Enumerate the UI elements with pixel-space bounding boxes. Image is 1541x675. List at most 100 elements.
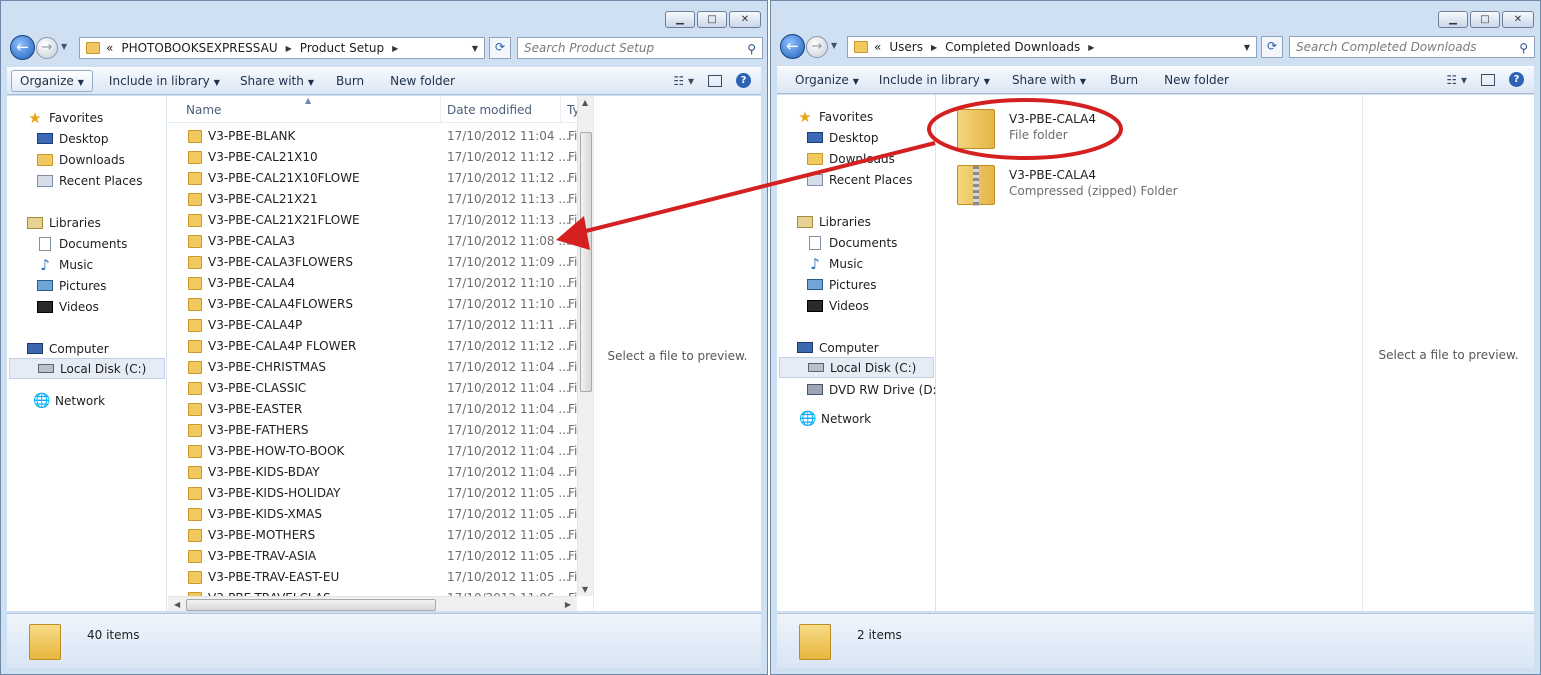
nav-videos[interactable]: Videos <box>807 295 869 316</box>
file-row[interactable]: V3-PBE-CAL21X21FLOWE 17/10/2012 11:13 ...… <box>168 210 577 231</box>
file-row[interactable]: V3-PBE-CALA4 17/10/2012 11:10 ... Fi <box>168 273 577 294</box>
maximize-button[interactable]: □ <box>1470 11 1500 28</box>
minimize-button[interactable]: ▁ <box>665 11 695 28</box>
column-divider[interactable] <box>560 96 561 122</box>
file-row[interactable]: V3-PBE-KIDS-BDAY 17/10/2012 11:04 ... Fi <box>168 462 577 483</box>
burn-button[interactable]: Burn <box>1110 73 1138 87</box>
maximize-button[interactable]: □ <box>697 11 727 28</box>
file-row[interactable]: V3-PBE-CALA4FLOWERS 17/10/2012 11:10 ... F… <box>168 294 577 315</box>
new-folder-button[interactable]: New folder <box>1164 73 1229 87</box>
change-view-icon[interactable]: ☷ ▾ <box>673 74 694 88</box>
breadcrumb-item[interactable]: Product Setup <box>300 41 384 55</box>
breadcrumb-overflow[interactable]: « <box>106 41 113 55</box>
file-tile-zip[interactable]: V3-PBE-CALA4 Compressed (zipped) Folder <box>957 163 1317 209</box>
breadcrumb-item[interactable]: Users <box>889 40 923 54</box>
nav-network[interactable]: 🌐 Network <box>33 390 105 411</box>
back-arrow-icon[interactable]: ← <box>10 35 35 60</box>
nav-favorites[interactable]: ★ Favorites <box>797 106 873 127</box>
help-icon[interactable]: ? <box>1509 72 1524 87</box>
column-date-modified[interactable]: Date modified <box>447 103 532 117</box>
file-row[interactable]: V3-PBE-CAL21X21 17/10/2012 11:13 ... Fi <box>168 189 577 210</box>
nav-recent-places[interactable]: Recent Places <box>37 170 142 191</box>
nav-pictures[interactable]: Pictures <box>37 275 107 296</box>
nav-recent-places[interactable]: Recent Places <box>807 169 912 190</box>
nav-local-disk[interactable]: Local Disk (C:) <box>9 358 165 379</box>
nav-documents[interactable]: Documents <box>37 233 127 254</box>
nav-favorites[interactable]: ★ Favorites <box>27 107 103 128</box>
close-button[interactable]: ✕ <box>729 11 761 28</box>
scroll-up-icon[interactable]: ▲ <box>582 98 588 107</box>
search-icon[interactable]: ⚲ <box>747 39 756 59</box>
breadcrumb-item[interactable]: PHOTOBOOKSEXPRESSAU <box>121 41 277 55</box>
share-with-button[interactable]: Share with ▼ <box>1012 73 1086 87</box>
vertical-scrollbar[interactable]: ▲ ▼ <box>577 96 594 596</box>
file-row[interactable]: V3-PBE-HOW-TO-BOOK 17/10/2012 11:04 ... Fi <box>168 441 577 462</box>
breadcrumb-arrow-icon[interactable]: ▶ <box>286 44 292 53</box>
nav-dvd-drive[interactable]: DVD RW Drive (D:) C <box>807 379 953 400</box>
preview-pane-icon[interactable] <box>1481 73 1495 86</box>
nav-computer[interactable]: Computer <box>27 338 109 359</box>
search-input[interactable]: Search Completed Downloads ⚲ <box>1289 36 1535 58</box>
forward-arrow-icon[interactable]: → <box>806 36 828 58</box>
scroll-left-icon[interactable]: ◀ <box>174 600 180 609</box>
nav-pictures[interactable]: Pictures <box>807 274 877 295</box>
nav-libraries[interactable]: Libraries <box>27 212 101 233</box>
address-bar[interactable]: « PHOTOBOOKSEXPRESSAU ▶ Product Setup ▶ … <box>79 37 485 59</box>
organize-button[interactable]: Organize ▼ <box>795 73 859 87</box>
file-tile-folder[interactable]: V3-PBE-CALA4 File folder <box>957 107 1317 153</box>
column-divider[interactable] <box>440 96 441 122</box>
file-row[interactable]: V3-PBE-CAL21X10FLOWE 17/10/2012 11:12 ...… <box>168 168 577 189</box>
nav-music[interactable]: ♪ Music <box>807 253 863 274</box>
nav-desktop[interactable]: Desktop <box>807 127 879 148</box>
scroll-right-icon[interactable]: ▶ <box>565 600 571 609</box>
nav-documents[interactable]: Documents <box>807 232 897 253</box>
scroll-down-icon[interactable]: ▼ <box>582 585 588 594</box>
file-row[interactable]: V3-PBE-CAL21X10 17/10/2012 11:12 ... Fi <box>168 147 577 168</box>
file-row[interactable]: V3-PBE-CALA3FLOWERS 17/10/2012 11:09 ... F… <box>168 252 577 273</box>
organize-button[interactable]: Organize ▼ <box>11 70 93 92</box>
new-folder-button[interactable]: New folder <box>390 74 455 88</box>
file-row[interactable]: V3-PBE-TRAV-ASIA 17/10/2012 11:05 ... Fi <box>168 546 577 567</box>
nav-computer[interactable]: Computer <box>797 337 879 358</box>
file-row[interactable]: V3-PBE-MOTHERS 17/10/2012 11:05 ... Fi <box>168 525 577 546</box>
change-view-icon[interactable]: ☷ ▾ <box>1446 73 1467 87</box>
include-in-library-button[interactable]: Include in library ▼ <box>879 73 990 87</box>
forward-arrow-icon[interactable]: → <box>36 37 58 59</box>
search-icon[interactable]: ⚲ <box>1519 38 1528 58</box>
recent-pages-dropdown-icon[interactable]: ▼ <box>61 42 67 51</box>
breadcrumb-overflow[interactable]: « <box>874 40 881 54</box>
breadcrumb-arrow-icon[interactable]: ▶ <box>931 43 937 52</box>
preview-pane-icon[interactable] <box>708 74 722 87</box>
include-in-library-button[interactable]: Include in library ▼ <box>109 74 220 88</box>
breadcrumb-arrow-icon[interactable]: ▶ <box>1088 43 1094 52</box>
file-row[interactable]: V3-PBE-CALA4P 17/10/2012 11:11 ... Fi <box>168 315 577 336</box>
file-row[interactable]: V3-PBE-CLASSIC 17/10/2012 11:04 ... Fi <box>168 378 577 399</box>
nav-network[interactable]: 🌐 Network <box>799 408 871 429</box>
nav-downloads[interactable]: Downloads <box>807 148 895 169</box>
refresh-icon[interactable]: ⟳ <box>1261 36 1283 58</box>
breadcrumb-item[interactable]: Completed Downloads <box>945 40 1080 54</box>
burn-button[interactable]: Burn <box>336 74 364 88</box>
nav-videos[interactable]: Videos <box>37 296 99 317</box>
address-bar[interactable]: « Users ▶ Completed Downloads ▶ ▼ <box>847 36 1257 58</box>
address-dropdown-icon[interactable]: ▼ <box>1244 43 1250 52</box>
recent-pages-dropdown-icon[interactable]: ▼ <box>831 41 837 50</box>
search-input[interactable]: Search Product Setup ⚲ <box>517 37 763 59</box>
refresh-icon[interactable]: ⟳ <box>489 37 511 59</box>
horizontal-scroll-thumb[interactable] <box>186 599 436 611</box>
file-row[interactable]: V3-PBE-TRAV-EAST-EU 17/10/2012 11:05 ... F… <box>168 567 577 588</box>
nav-downloads[interactable]: Downloads <box>37 149 125 170</box>
close-button[interactable]: ✕ <box>1502 11 1534 28</box>
file-row[interactable]: V3-PBE-EASTER 17/10/2012 11:04 ... Fi <box>168 399 577 420</box>
address-dropdown-icon[interactable]: ▼ <box>472 44 478 53</box>
nav-local-disk[interactable]: Local Disk (C:) <box>779 357 934 378</box>
nav-libraries[interactable]: Libraries <box>797 211 871 232</box>
share-with-button[interactable]: Share with ▼ <box>240 74 314 88</box>
file-row[interactable]: V3-PBE-KIDS-XMAS 17/10/2012 11:05 ... Fi <box>168 504 577 525</box>
back-arrow-icon[interactable]: ← <box>780 34 805 59</box>
breadcrumb-arrow-icon[interactable]: ▶ <box>392 44 398 53</box>
file-row[interactable]: V3-PBE-BLANK 17/10/2012 11:04 ... Fi <box>168 126 577 147</box>
column-name[interactable]: Name <box>186 103 221 117</box>
nav-music[interactable]: ♪ Music <box>37 254 93 275</box>
file-row[interactable]: V3-PBE-CALA4P FLOWER 17/10/2012 11:12 ...… <box>168 336 577 357</box>
